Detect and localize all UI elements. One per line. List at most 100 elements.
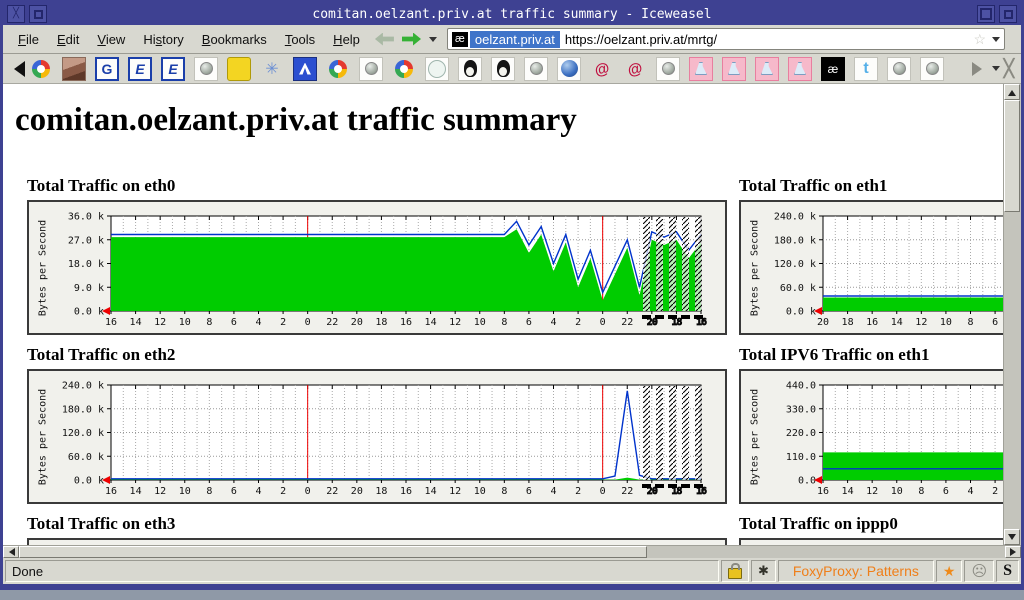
- bookmark-star-icon[interactable]: ☆: [973, 31, 986, 48]
- maximize-button[interactable]: [977, 5, 995, 23]
- letter-e-bookmark-icon[interactable]: E: [161, 57, 185, 81]
- svg-text:240.0 k: 240.0 k: [62, 381, 104, 392]
- generic-page-bookmark-icon[interactable]: [887, 57, 911, 81]
- twitter-bookmark-icon[interactable]: t: [854, 57, 878, 81]
- tux-penguin-bookmark-icon[interactable]: [458, 57, 482, 81]
- scroll-up-button[interactable]: [1004, 84, 1020, 100]
- scroll-down-button[interactable]: [1004, 529, 1020, 545]
- window-titlebar[interactable]: ╳ comitan.oelzant.priv.at traffic summar…: [3, 3, 1021, 25]
- vertical-scrollbar[interactable]: [1003, 84, 1021, 545]
- svg-text:0.0 k: 0.0 k: [74, 307, 104, 318]
- svg-text:8: 8: [918, 486, 924, 497]
- traffic-graph[interactable]: Bytes per Second440.0330.0220.0110.00.01…: [739, 369, 1006, 504]
- iconify-icon: [1004, 10, 1013, 19]
- flask-bookmark-icon[interactable]: [722, 57, 746, 81]
- flask-glyph: [761, 62, 773, 75]
- bug-cell[interactable]: ✱: [751, 560, 776, 582]
- toolbar-scroll-left-icon[interactable]: [6, 61, 25, 77]
- menu-bookmarks[interactable]: Bookmarks: [193, 28, 276, 51]
- toolbar-scroll-right-icon[interactable]: [972, 62, 989, 76]
- svg-text:10: 10: [179, 317, 191, 328]
- horizontal-scrollbar[interactable]: [3, 545, 1021, 558]
- bookmarks-toolbar: GEE✳@@æt ╳: [3, 54, 1021, 84]
- svg-text:10: 10: [474, 317, 486, 328]
- svg-text:22: 22: [326, 317, 338, 328]
- foxyproxy-icon-cell[interactable]: ★: [936, 560, 963, 582]
- traffic-graph[interactable]: Bytes per Second240.0 k180.0 k120.0 k60.…: [739, 200, 1006, 335]
- noscript-cell[interactable]: S: [996, 560, 1019, 582]
- svg-text:12: 12: [866, 486, 878, 497]
- back-button[interactable]: [375, 33, 394, 46]
- snowflake-bookmark-icon[interactable]: ✳: [260, 57, 284, 81]
- google-bookmark-icon[interactable]: [29, 57, 53, 81]
- toolbar-overflow-icon[interactable]: [992, 66, 1000, 75]
- svg-text:220.0: 220.0: [786, 428, 816, 439]
- url-dropdown-icon[interactable]: [992, 37, 1000, 46]
- svg-text:4: 4: [255, 317, 261, 328]
- aoe-bookmark-icon[interactable]: æ: [821, 57, 845, 81]
- flask-glyph: [794, 62, 806, 75]
- generic-page-bookmark-icon[interactable]: [194, 57, 218, 81]
- menu-history[interactable]: History: [134, 28, 192, 51]
- window-menu-button[interactable]: ╳: [7, 5, 25, 23]
- traffic-graph[interactable]: Bytes per Second36.0 k27.0 k18.0 k9.0 k0…: [27, 200, 727, 335]
- scroll-left-button[interactable]: [3, 546, 19, 558]
- traffic-graph[interactable]: Bytes per Second4.03.02.01.00.0161412108…: [27, 538, 727, 545]
- svg-text:0: 0: [305, 317, 311, 328]
- generic-page-bookmark-icon[interactable]: [359, 57, 383, 81]
- graph-section: Total IPV6 Traffic on eth1Bytes per Seco…: [739, 335, 1006, 504]
- svg-text:110.0: 110.0: [786, 452, 816, 463]
- menu-help[interactable]: Help: [324, 28, 369, 51]
- traffic-graph[interactable]: Bytes per Second240.0 k180.0 k120.0 k60.…: [27, 369, 727, 504]
- url-bar[interactable]: æ oelzant.priv.at https://oelzant.priv.a…: [447, 28, 1005, 50]
- forward-button[interactable]: [402, 33, 421, 46]
- svg-text:16: 16: [400, 486, 412, 497]
- history-dropdown-icon[interactable]: [429, 37, 437, 46]
- debian-swirl-bookmark-icon[interactable]: @: [588, 57, 616, 81]
- menu-tools[interactable]: Tools: [276, 28, 324, 51]
- flask-bookmark-icon[interactable]: [755, 57, 779, 81]
- google-bookmark-icon[interactable]: [326, 57, 350, 81]
- menu-file[interactable]: File: [9, 28, 48, 51]
- graph-title: Total Traffic on eth2: [27, 344, 727, 365]
- generic-page-bookmark-icon[interactable]: [524, 57, 548, 81]
- svg-text:16: 16: [400, 317, 412, 328]
- svg-text:14: 14: [130, 486, 142, 497]
- letter-e-bookmark-icon[interactable]: E: [128, 57, 152, 81]
- iconify-button[interactable]: [999, 5, 1017, 23]
- graph-wrap: Bytes per Second36.0 k27.0 k18.0 k9.0 k0…: [27, 200, 727, 335]
- tux-penguin-bookmark-icon[interactable]: [491, 57, 515, 81]
- toolbar-close-icon[interactable]: ╳: [1004, 59, 1014, 79]
- letter-g-bookmark-icon[interactable]: G: [95, 57, 119, 81]
- generic-page-bookmark-icon[interactable]: [656, 57, 680, 81]
- scroll-right-button[interactable]: [1005, 546, 1021, 558]
- svg-text:2: 2: [280, 317, 286, 328]
- horizontal-scroll-thumb[interactable]: [19, 546, 647, 558]
- photo-bookmark-icon[interactable]: [62, 57, 86, 81]
- google-bookmark-icon[interactable]: [392, 57, 416, 81]
- blue-square-bookmark-icon[interactable]: [293, 57, 317, 81]
- traffic-graph[interactable]: Bytes per Second440.0330.0220.0110.00.02…: [739, 538, 1006, 545]
- globe-bookmark-icon[interactable]: [557, 57, 581, 81]
- adblock-cell[interactable]: ☹: [964, 560, 994, 582]
- menu-edit[interactable]: Edit: [48, 28, 88, 51]
- window-options-button[interactable]: [29, 5, 47, 23]
- left-arrow-icon: [5, 548, 15, 556]
- moon-glyph: [428, 60, 446, 78]
- flask-bookmark-icon[interactable]: [689, 57, 713, 81]
- menu-view[interactable]: View: [88, 28, 134, 51]
- moon-bookmark-icon[interactable]: [425, 57, 449, 81]
- svg-text:12: 12: [449, 317, 461, 328]
- flask-bookmark-icon[interactable]: [788, 57, 812, 81]
- graph-title: Total Traffic on eth3: [27, 513, 727, 534]
- url-text[interactable]: https://oelzant.priv.at/mrtg/: [560, 32, 974, 47]
- security-lock-cell[interactable]: [721, 560, 749, 582]
- vertical-scroll-thumb[interactable]: [1004, 100, 1020, 212]
- generic-page-bookmark-icon[interactable]: [920, 57, 944, 81]
- svg-text:18: 18: [842, 317, 854, 328]
- debian-swirl-bookmark-icon[interactable]: @: [621, 57, 649, 81]
- svg-text:0: 0: [600, 486, 606, 497]
- page-glyph: [893, 62, 906, 75]
- folder-bookmark-icon[interactable]: [227, 57, 251, 81]
- foxyproxy-status[interactable]: FoxyProxy: Patterns: [778, 560, 934, 582]
